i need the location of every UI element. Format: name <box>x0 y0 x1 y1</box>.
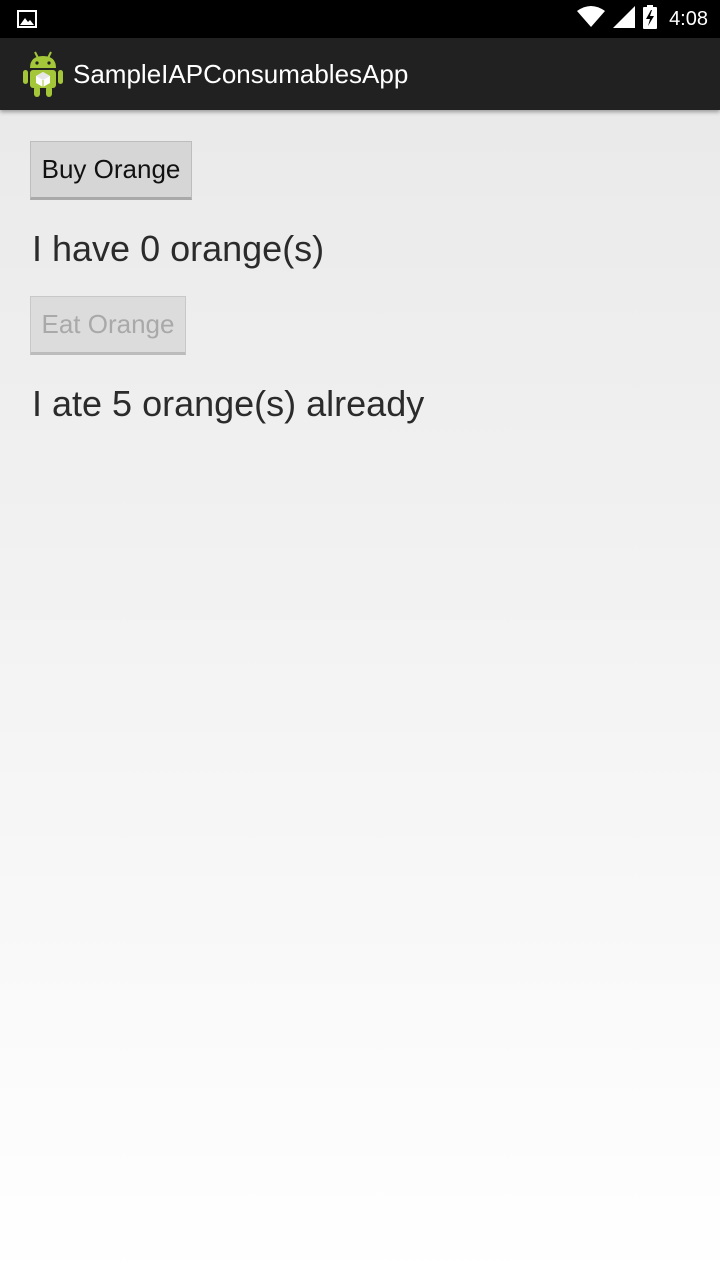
cell-signal-icon <box>613 5 636 33</box>
status-bar: 4:08 <box>0 0 720 38</box>
buy-orange-button[interactable]: Buy Orange <box>30 141 192 200</box>
android-app-icon <box>22 50 64 98</box>
app-title: SampleIAPConsumablesApp <box>73 59 409 89</box>
battery-charging-icon <box>643 4 658 34</box>
eat-orange-button[interactable]: Eat Orange <box>30 296 186 355</box>
wifi-icon <box>577 5 606 33</box>
image-notification-icon <box>17 10 37 28</box>
status-icons: 4:08 <box>577 0 708 38</box>
action-bar: SampleIAPConsumablesApp <box>0 38 720 110</box>
oranges-eaten-text: I ate 5 orange(s) already <box>32 383 425 424</box>
status-time: 4:08 <box>669 7 708 30</box>
oranges-owned-text: I have 0 orange(s) <box>32 228 325 269</box>
